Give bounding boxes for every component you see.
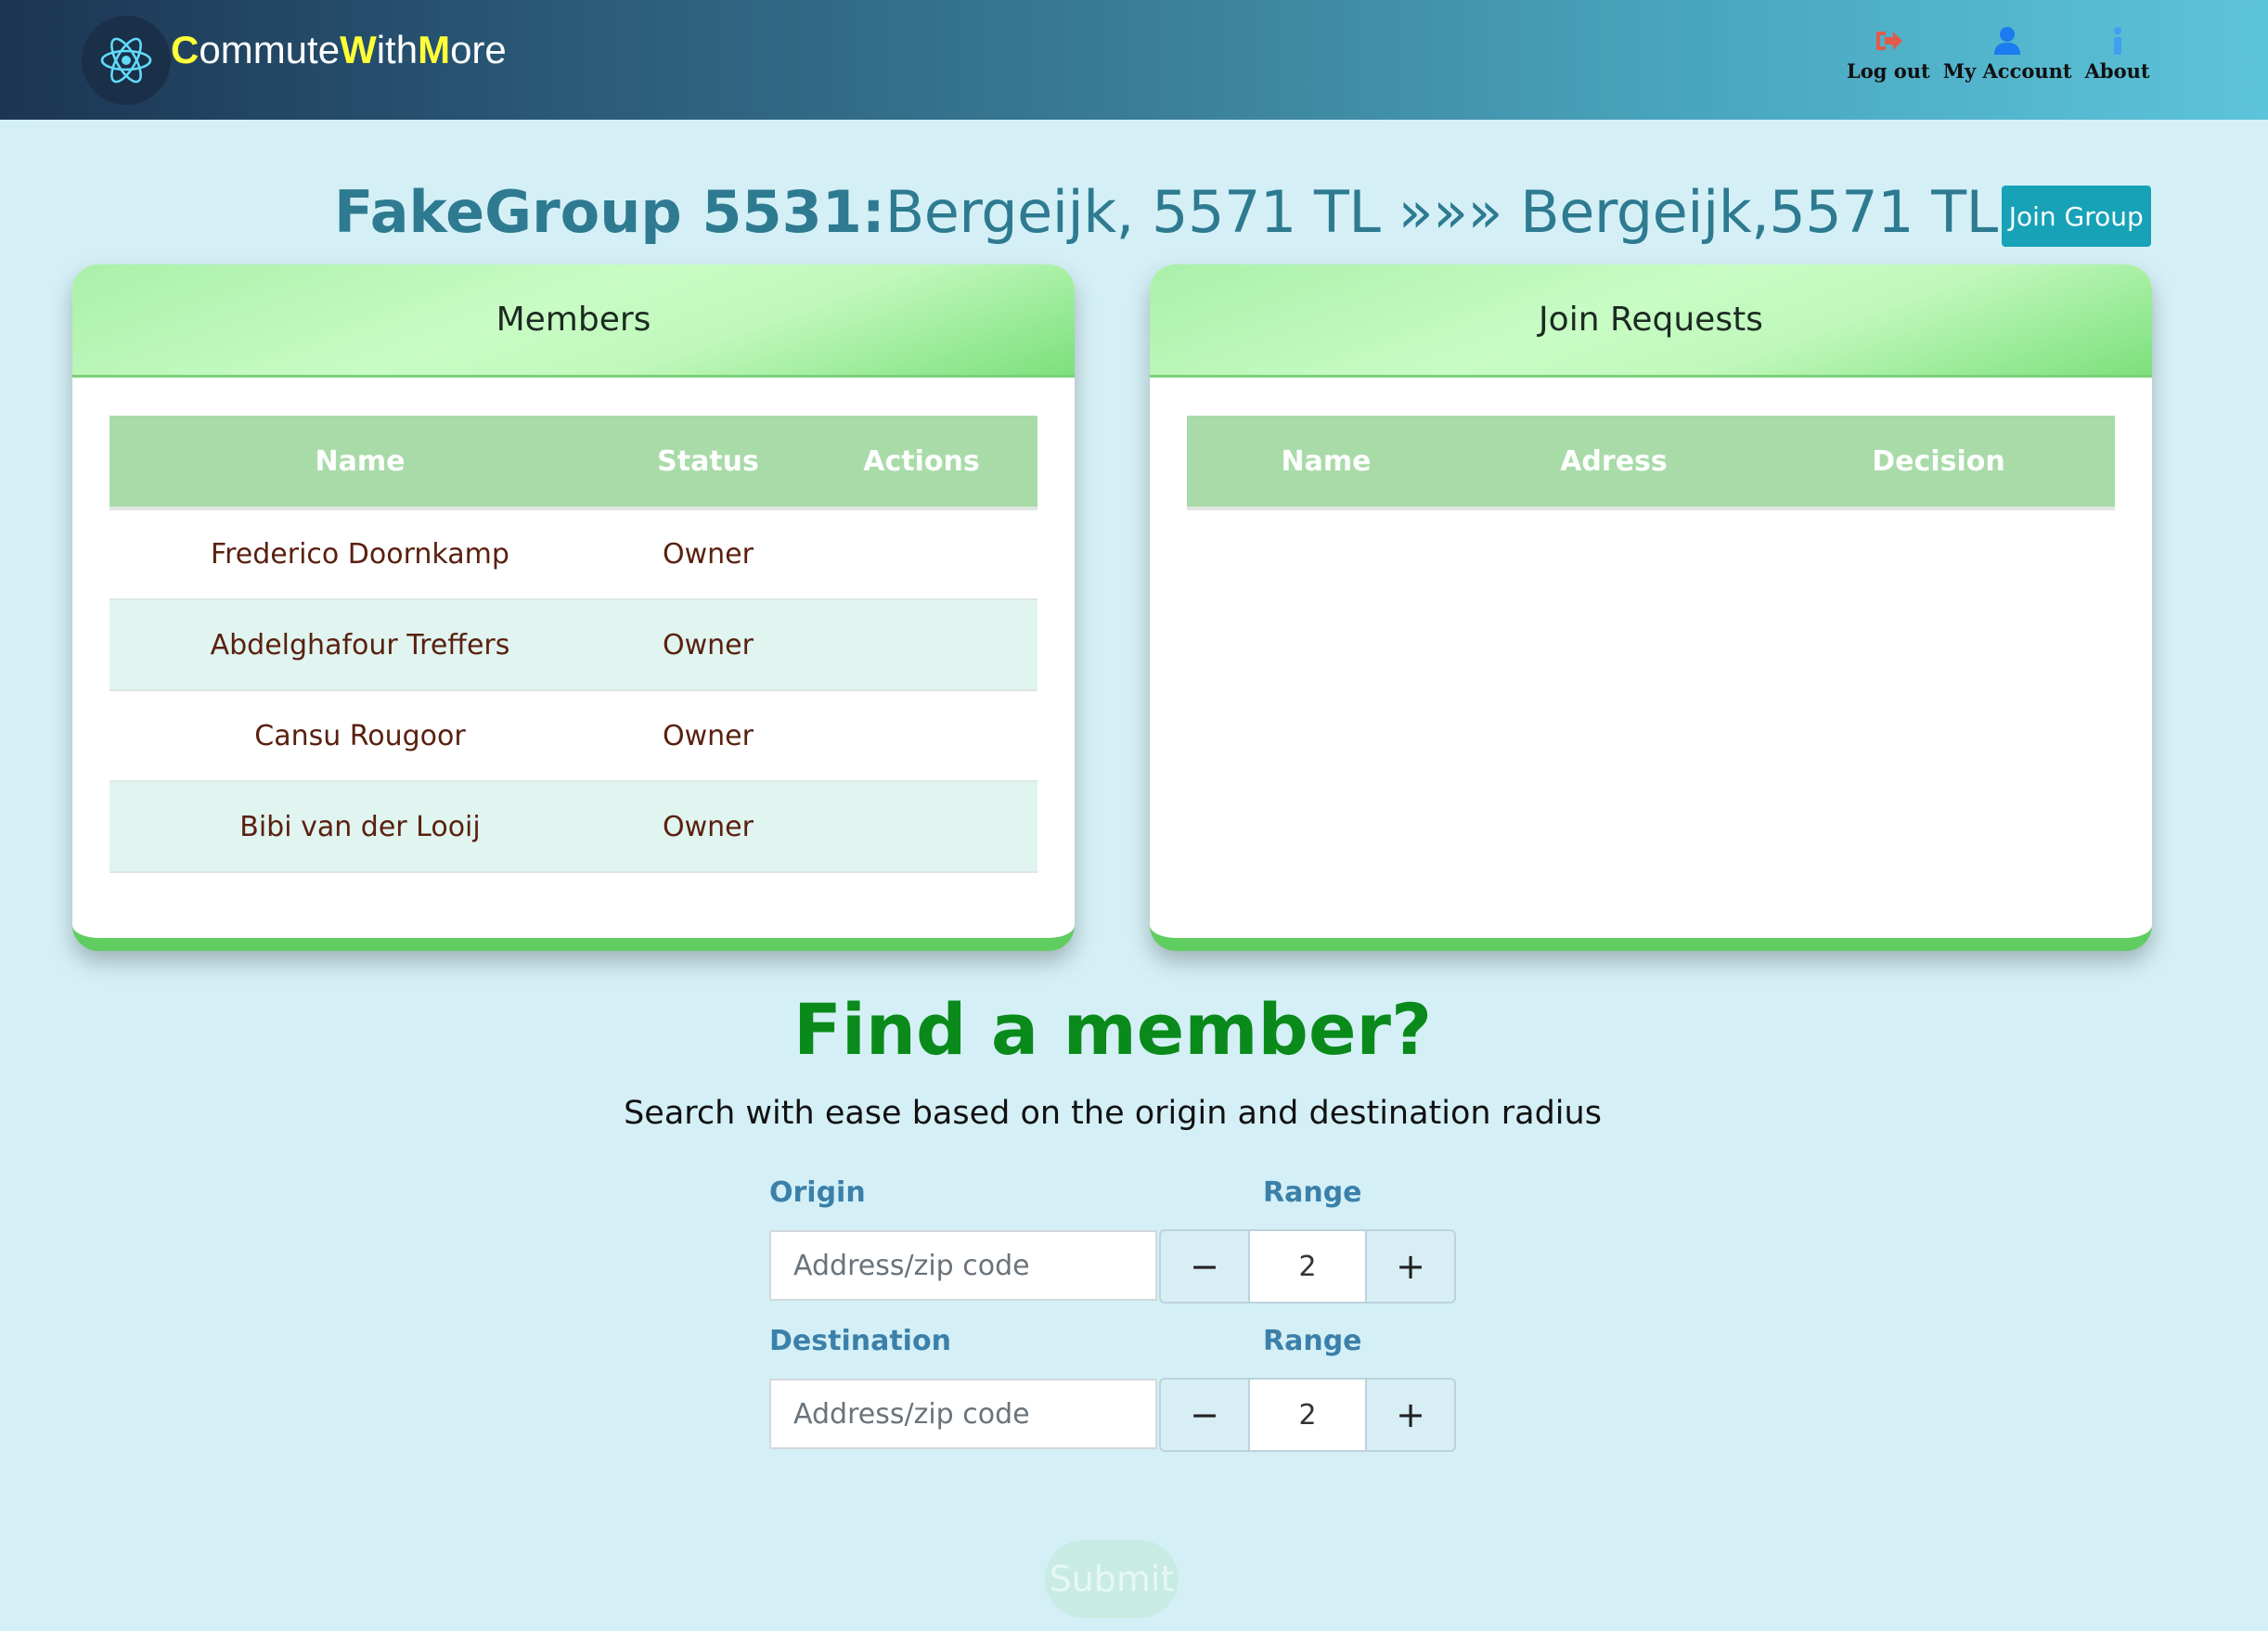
info-icon: [2111, 24, 2124, 58]
member-status: Owner: [663, 810, 754, 843]
member-status: Owner: [663, 719, 754, 752]
member-status: Owner: [663, 538, 754, 571]
table-row: Cansu Rougoor Owner: [110, 690, 1037, 781]
member-name: Abdelghafour Treffers: [210, 628, 510, 661]
column-header-name: Name: [1281, 444, 1372, 478]
column-header-name: Name: [315, 444, 406, 478]
join-group-button[interactable]: Join Group: [2001, 186, 2151, 247]
destination-range-decrement-button[interactable]: −: [1159, 1378, 1250, 1452]
destination-range-increment-button[interactable]: +: [1365, 1378, 1456, 1452]
group-heading: FakeGroup 5531: Bergeijk, 5571 TL »»» Ber…: [334, 176, 2151, 247]
group-route: Bergeijk, 5571 TL »»» Bergeijk,5571 TL: [884, 177, 1999, 246]
origin-range-decrement-button[interactable]: −: [1159, 1229, 1250, 1304]
origin-label: Origin: [769, 1176, 866, 1209]
members-table: Name Status Actions Frederico Doornkamp …: [110, 416, 1037, 873]
group-name: FakeGroup 5531:: [334, 177, 885, 246]
members-card: Members Name Status Actions Frederico Do…: [72, 264, 1075, 951]
member-name: Frederico Doornkamp: [211, 538, 509, 571]
submit-button[interactable]: Submit: [1045, 1540, 1179, 1618]
navbar: CommuteWithMore Log out My Account About: [0, 0, 2268, 120]
destination-input[interactable]: [769, 1379, 1157, 1449]
column-header-adress: Adress: [1560, 444, 1668, 478]
nav-links: Log out My Account About: [1847, 24, 2163, 83]
nav-about-label: About: [2084, 59, 2150, 83]
member-name: Cansu Rougoor: [254, 719, 466, 752]
destination-range-input[interactable]: [1250, 1378, 1365, 1452]
origin-range-increment-button[interactable]: +: [1365, 1229, 1456, 1304]
destination-range-label: Range: [1263, 1325, 1362, 1357]
find-member-title: Find a member?: [793, 988, 1433, 1071]
destination-range-stepper: − +: [1159, 1378, 1456, 1452]
find-member-subtitle: Search with ease based on the origin and…: [624, 1095, 1602, 1132]
user-icon: [1993, 24, 2021, 58]
nav-logout[interactable]: Log out: [1847, 24, 1930, 83]
member-name: Bibi van der Looij: [239, 810, 481, 843]
join-requests-card-title: Join Requests: [1150, 264, 2152, 378]
react-atom-logo-icon[interactable]: [82, 16, 171, 105]
column-header-status: Status: [657, 444, 759, 478]
column-header-actions: Actions: [863, 444, 980, 478]
column-header-decision: Decision: [1872, 444, 2005, 478]
join-requests-table-header: Name Adress Decision: [1187, 416, 2115, 508]
origin-range-input[interactable]: [1250, 1229, 1365, 1304]
join-requests-table: Name Adress Decision: [1187, 416, 2115, 510]
members-table-header: Name Status Actions: [110, 416, 1037, 508]
origin-input[interactable]: [769, 1230, 1157, 1301]
destination-label: Destination: [769, 1325, 951, 1357]
brand-name[interactable]: CommuteWithMore: [171, 28, 507, 72]
member-actions: [805, 781, 1037, 872]
member-actions: [805, 599, 1037, 690]
member-status: Owner: [663, 628, 754, 661]
join-requests-card: Join Requests Name Adress Decision: [1150, 264, 2152, 951]
origin-range-stepper: − +: [1159, 1229, 1456, 1304]
table-row: Frederico Doornkamp Owner: [110, 508, 1037, 599]
nav-my-account[interactable]: My Account: [1943, 24, 2072, 83]
logout-icon: [1874, 24, 1903, 58]
member-actions: [805, 690, 1037, 781]
nav-my-account-label: My Account: [1942, 59, 2072, 83]
nav-logout-label: Log out: [1847, 59, 1930, 83]
members-card-title: Members: [72, 264, 1075, 378]
table-row: Bibi van der Looij Owner: [110, 781, 1037, 872]
member-actions: [805, 508, 1037, 599]
nav-about[interactable]: About: [2085, 24, 2150, 83]
origin-range-label: Range: [1263, 1176, 1362, 1209]
table-row: Abdelghafour Treffers Owner: [110, 599, 1037, 690]
